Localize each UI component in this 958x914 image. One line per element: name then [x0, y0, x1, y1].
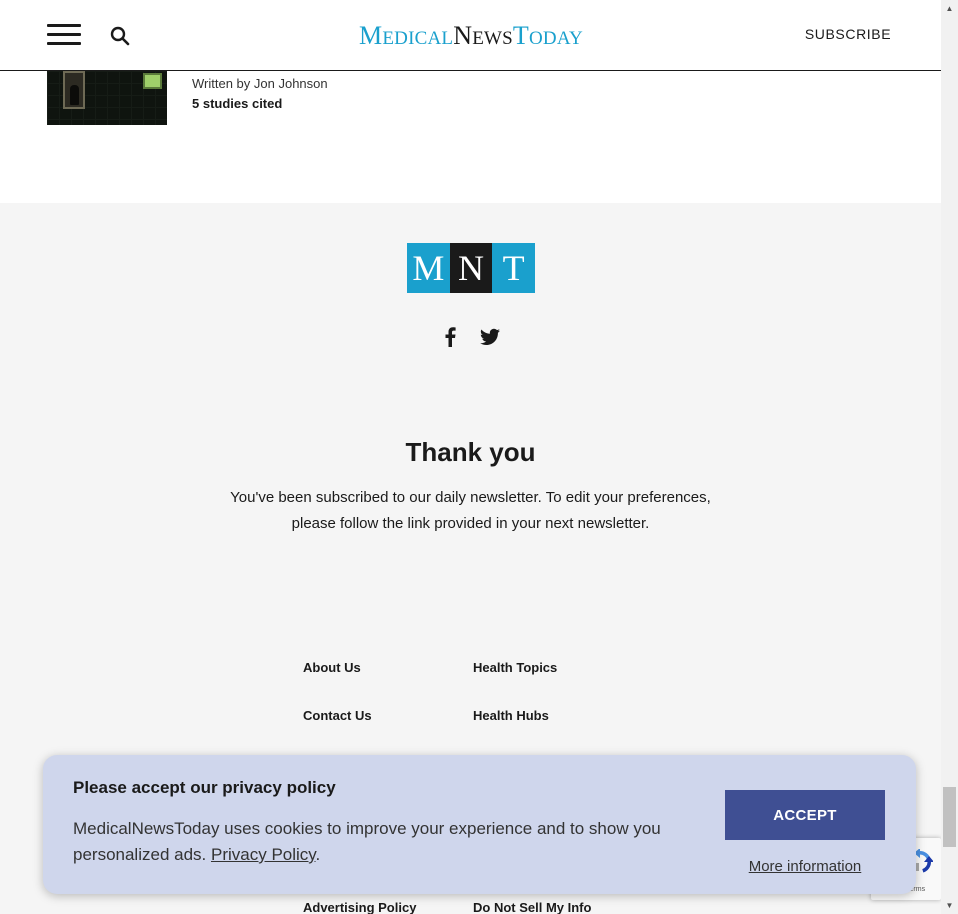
- mnt-logo[interactable]: M N T: [407, 243, 535, 293]
- footer-link-do-not-sell[interactable]: Do Not Sell My Info: [473, 900, 591, 914]
- article-byline: Written by Jon Johnson: [192, 76, 328, 91]
- studies-cited: 5 studies cited: [192, 96, 283, 111]
- footer-link-about[interactable]: About Us: [303, 660, 361, 675]
- scroll-down-arrow-icon[interactable]: ▼: [941, 897, 958, 914]
- footer-link-health-topics[interactable]: Health Topics: [473, 660, 557, 675]
- subscribe-link[interactable]: SUBSCRIBE: [790, 26, 906, 44]
- logo-text: EWS: [472, 28, 513, 49]
- thank-you-title: Thank you: [405, 437, 536, 467]
- footer-link-contact[interactable]: Contact Us: [303, 708, 372, 723]
- accept-button[interactable]: ACCEPT: [725, 790, 885, 840]
- cookie-consent-banner: Please accept our privacy policy Medical…: [43, 755, 916, 894]
- logo-letter: N: [453, 21, 473, 50]
- site-header: MEDICALNEWSTODAY SUBSCRIBE: [0, 0, 941, 71]
- footer-link-health-hubs[interactable]: Health Hubs: [473, 708, 549, 723]
- cookie-banner-title: Please accept our privacy policy: [73, 778, 336, 797]
- article-teaser: Written by Jon Johnson 5 studies cited: [0, 71, 941, 203]
- footer-link-advertising-policy[interactable]: Advertising Policy: [303, 900, 416, 914]
- site-logo[interactable]: MEDICALNEWSTODAY: [340, 20, 602, 52]
- scrollbar-thumb[interactable]: [943, 787, 956, 847]
- mnt-logo-letter: M: [407, 243, 450, 293]
- thank-you-message: You've been subscribed to our daily news…: [230, 489, 711, 532]
- scroll-up-arrow-icon[interactable]: ▲: [941, 0, 958, 17]
- facebook-icon[interactable]: [440, 326, 460, 348]
- cookie-banner-text: MedicalNewsToday uses cookies to improve…: [73, 816, 693, 868]
- article-thumbnail[interactable]: [47, 71, 167, 125]
- logo-letter: T: [512, 21, 530, 50]
- logo-text: EDICAL: [382, 28, 454, 49]
- search-icon[interactable]: [110, 26, 130, 46]
- logo-letter: M: [359, 21, 383, 50]
- vertical-scrollbar[interactable]: ▲ ▼: [941, 0, 958, 914]
- hamburger-menu-icon[interactable]: [47, 24, 81, 46]
- mnt-logo-letter: N: [449, 243, 493, 293]
- cookie-banner-message: MedicalNewsToday uses cookies to improve…: [73, 819, 661, 864]
- privacy-policy-link[interactable]: Privacy Policy: [211, 845, 316, 864]
- social-links: [440, 326, 500, 350]
- more-information-link[interactable]: More information: [725, 858, 885, 875]
- mnt-logo-letter: T: [492, 243, 535, 293]
- cookie-banner-period: .: [315, 845, 321, 864]
- page: MEDICALNEWSTODAY SUBSCRIBE Written by Jo…: [0, 0, 941, 914]
- logo-text: ODAY: [529, 28, 583, 49]
- twitter-icon[interactable]: [480, 326, 500, 348]
